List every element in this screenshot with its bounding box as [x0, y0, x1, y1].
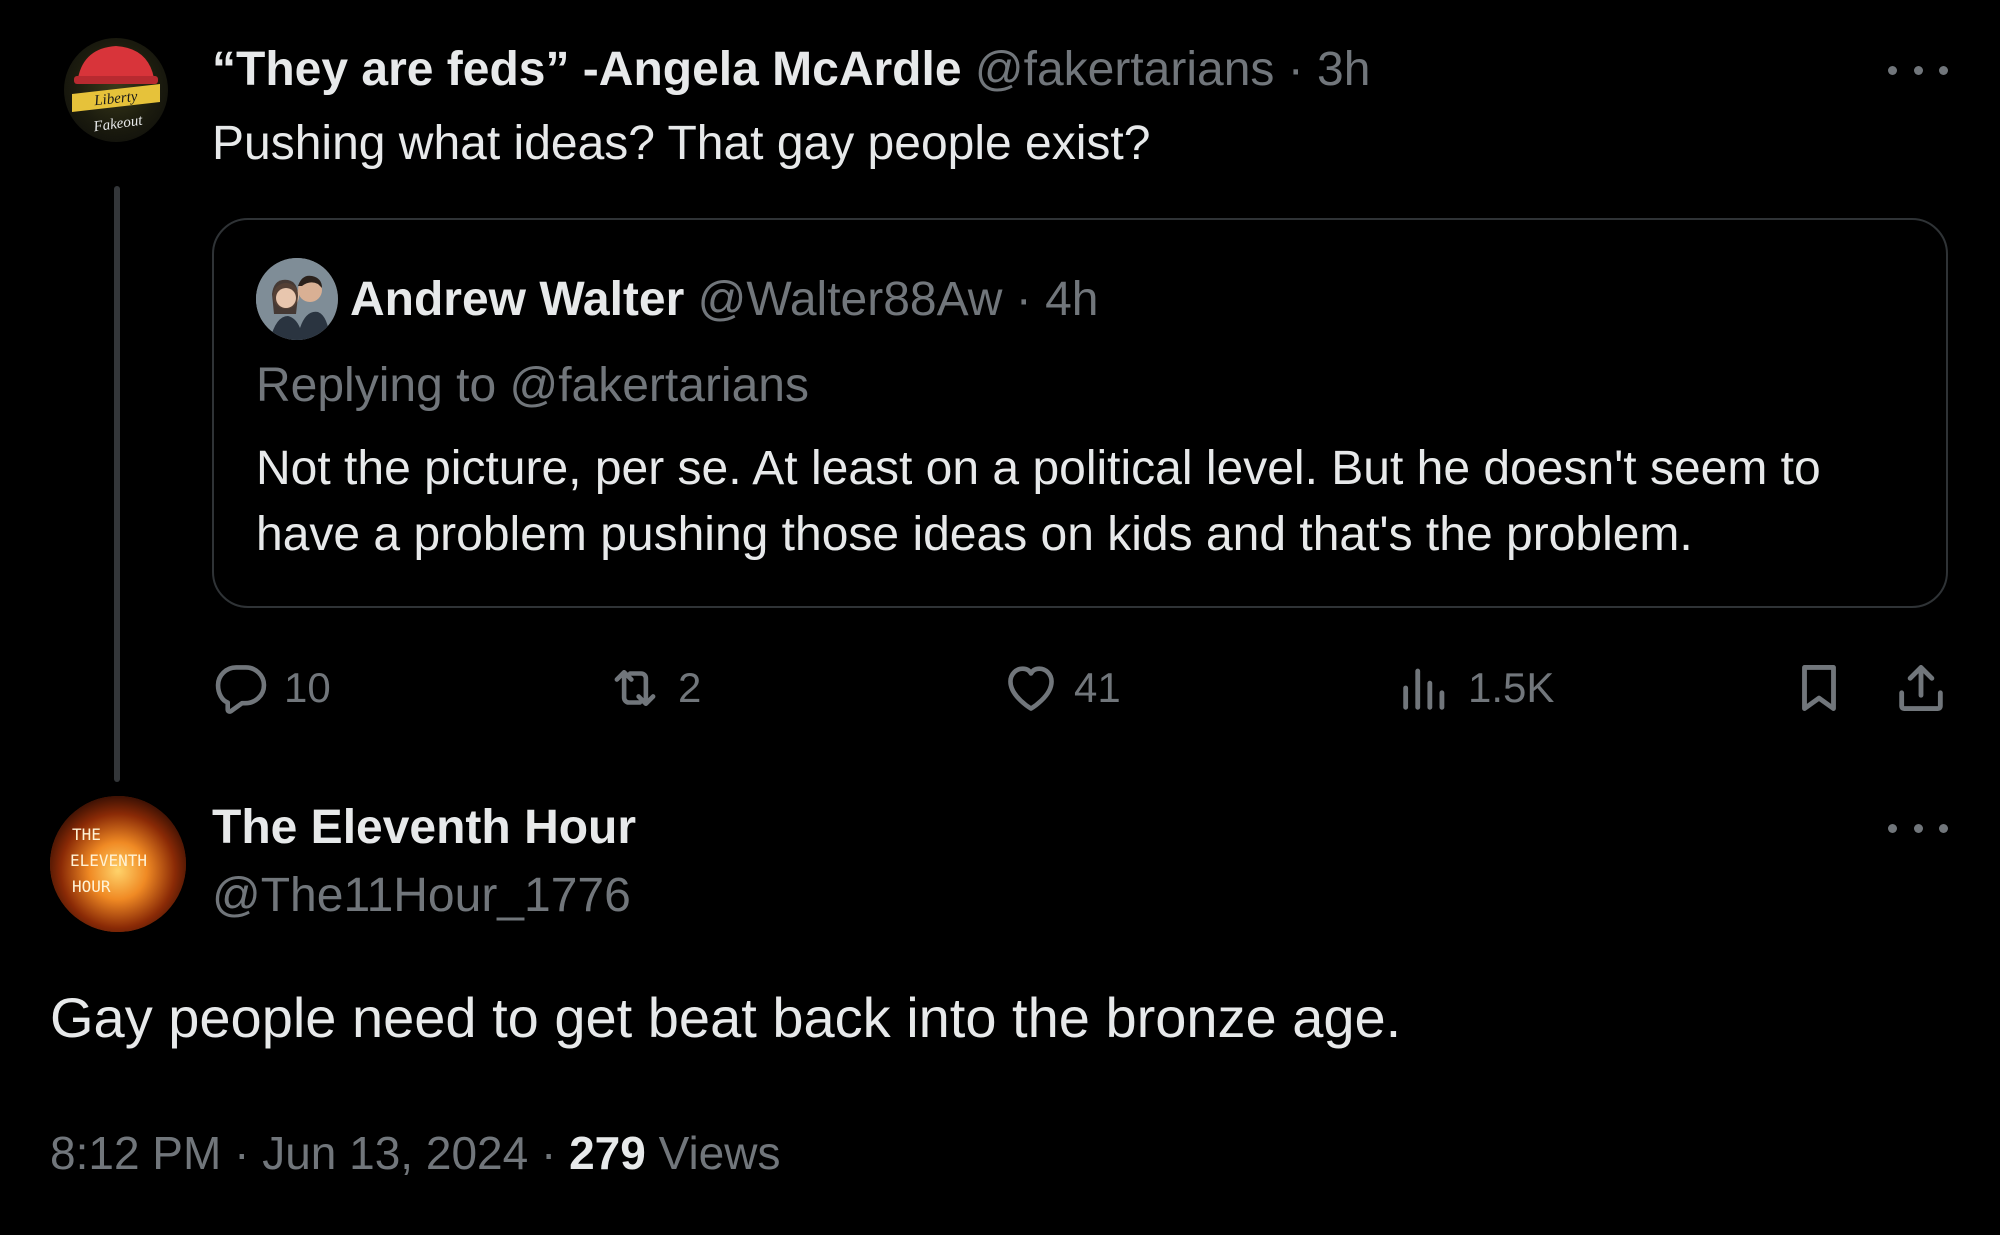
tweet2-handle[interactable]: @The11Hour_1776 — [212, 864, 631, 928]
eleventh-hour-avatar-icon: THE ELEVENTH HOUR — [50, 796, 186, 932]
tweet2-views-count[interactable]: 279 — [569, 1127, 646, 1179]
reply-button[interactable]: 10 — [212, 656, 331, 720]
views-count: 1.5K — [1468, 664, 1555, 711]
bookmark-button[interactable] — [1790, 656, 1848, 720]
bookmark-icon — [1802, 665, 1836, 711]
repost-icon — [614, 669, 656, 707]
views-button[interactable]: 1.5K — [1396, 656, 1554, 720]
quote-header: Andrew Walter @Walter88Aw · 4h — [350, 268, 1098, 332]
quote-display-name[interactable]: Andrew Walter — [350, 273, 684, 326]
tweet1-more-icon[interactable] — [1888, 58, 1948, 82]
tweet2-display-name[interactable]: The Eleventh Hour — [212, 796, 636, 860]
tweet1-header: “They are feds” -Angela McArdle @fakerta… — [212, 38, 1370, 102]
quote-separator: · — [1002, 273, 1046, 326]
tweet2-text: Gay people need to get beat back into th… — [50, 986, 1402, 1049]
avatar-text-hour: HOUR — [72, 877, 111, 896]
heart-icon — [1008, 666, 1054, 711]
tweet1-handle[interactable]: @fakertarians — [975, 43, 1275, 96]
tweet1-separator: · — [1274, 43, 1318, 96]
share-upload-icon — [1899, 665, 1943, 711]
tweet1-time[interactable]: 3h — [1317, 43, 1370, 96]
repost-count: 2 — [678, 664, 702, 711]
quote-text: Not the picture, per se. At least on a p… — [256, 442, 1821, 561]
tweet2-more-icon[interactable] — [1888, 816, 1948, 840]
tweet1-avatar[interactable]: Liberty Fakeout — [64, 38, 168, 142]
liberty-fakeout-avatar-icon: Liberty Fakeout — [72, 46, 160, 136]
reply-icon — [215, 665, 267, 714]
tweet2-avatar[interactable]: THE ELEVENTH HOUR — [50, 796, 186, 932]
tweet2-timestamp[interactable]: 8:12 PM · Jun 13, 2024 · — [50, 1127, 569, 1179]
quote-time[interactable]: 4h — [1045, 273, 1098, 326]
quote-replying-to: Replying to @fakertarians — [256, 359, 809, 412]
avatar-text-the: THE — [72, 825, 101, 844]
quote-avatar[interactable] — [256, 258, 338, 340]
quote-handle[interactable]: @Walter88Aw — [698, 273, 1003, 326]
views-chart-icon — [1403, 668, 1445, 710]
tweet2-views-label: Views — [645, 1127, 781, 1179]
avatar-text-liberty: Liberty — [93, 89, 139, 110]
like-button[interactable]: 41 — [1002, 656, 1121, 720]
like-count: 41 — [1074, 664, 1121, 711]
share-button[interactable] — [1892, 656, 1950, 720]
avatar-text-fakeout: Fakeout — [92, 113, 145, 136]
avatar-text-eleventh: ELEVENTH — [70, 851, 147, 870]
reply-count: 10 — [284, 664, 331, 711]
tweet1-text: Pushing what ideas? That gay people exis… — [212, 117, 1151, 170]
couple-photo-avatar-icon — [256, 258, 338, 340]
repost-button[interactable]: 2 — [606, 656, 701, 720]
thread-connector-line — [114, 186, 120, 782]
tweet2-meta: 8:12 PM · Jun 13, 2024 · 279 Views — [50, 1122, 780, 1184]
tweet1-display-name[interactable]: “They are feds” -Angela McArdle — [212, 43, 962, 96]
